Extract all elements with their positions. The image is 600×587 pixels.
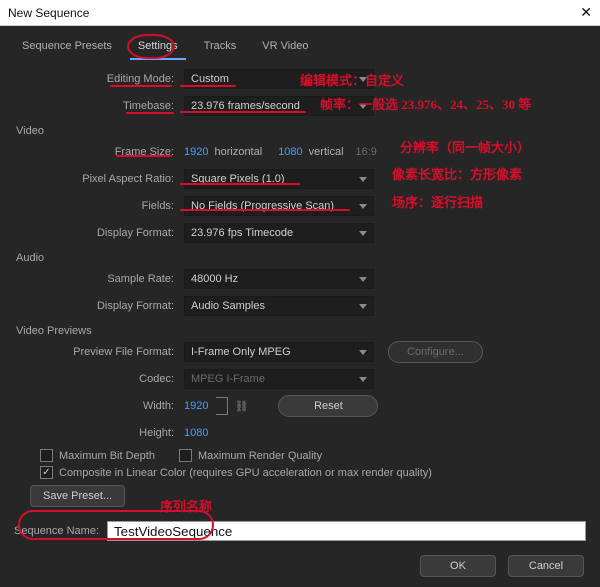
audio-display-format-select[interactable]: Audio Samples xyxy=(184,296,374,316)
preview-file-format-select[interactable]: I-Frame Only MPEG xyxy=(184,342,374,362)
preview-width-value[interactable]: 1920 xyxy=(184,400,208,412)
preview-file-format-value: I-Frame Only MPEG xyxy=(191,346,291,358)
timebase-value: 23.976 frames/second xyxy=(191,100,300,112)
fields-value: No Fields (Progressive Scan) xyxy=(191,200,334,212)
tab-vr-video[interactable]: VR Video xyxy=(254,36,316,60)
chevron-down-icon xyxy=(359,350,367,355)
dialog-panel: Sequence Presets Settings Tracks VR Vide… xyxy=(0,26,600,587)
audio-heading: Audio xyxy=(16,252,584,264)
chevron-down-icon xyxy=(359,104,367,109)
reset-button[interactable]: Reset xyxy=(278,395,378,417)
window-title: New Sequence xyxy=(8,6,89,20)
timebase-select[interactable]: 23.976 frames/second xyxy=(184,96,374,116)
chevron-down-icon xyxy=(359,277,367,282)
max-render-quality-label: Maximum Render Quality xyxy=(198,450,322,462)
sample-rate-select[interactable]: 48000 Hz xyxy=(184,269,374,289)
aspect-hint: 16:9 xyxy=(356,146,377,158)
tab-settings[interactable]: Settings xyxy=(130,36,186,60)
tabs: Sequence Presets Settings Tracks VR Vide… xyxy=(0,26,600,60)
preview-width-label: Width: xyxy=(16,400,184,412)
sequence-name-label: Sequence Name: xyxy=(14,525,99,537)
horizontal-label: horizontal xyxy=(214,146,262,158)
chevron-down-icon xyxy=(359,204,367,209)
settings-content: Editing Mode: Custom Timebase: 23.976 fr… xyxy=(0,60,600,515)
video-display-format-select[interactable]: 23.976 fps Timecode xyxy=(184,223,374,243)
preview-height-value[interactable]: 1080 xyxy=(184,427,208,439)
editing-mode-label: Editing Mode: xyxy=(16,73,184,85)
codec-label: Codec: xyxy=(16,373,184,385)
video-display-format-label: Display Format: xyxy=(16,227,184,239)
max-bit-depth-checkbox[interactable] xyxy=(40,449,53,462)
tab-tracks[interactable]: Tracks xyxy=(196,36,245,60)
attach-icon: ⛓ xyxy=(234,400,248,413)
preview-file-format-label: Preview File Format: xyxy=(16,346,184,358)
frame-width-input[interactable]: 1920 xyxy=(184,146,208,158)
codec-value: MPEG I-Frame xyxy=(191,373,265,385)
audio-display-format-value: Audio Samples xyxy=(191,300,265,312)
audio-display-format-label: Display Format: xyxy=(16,300,184,312)
ok-button[interactable]: OK xyxy=(420,555,496,577)
vertical-label: vertical xyxy=(309,146,344,158)
pixel-aspect-label: Pixel Aspect Ratio: xyxy=(16,173,184,185)
cancel-button[interactable]: Cancel xyxy=(508,555,584,577)
link-dimensions-icon[interactable] xyxy=(216,397,228,415)
window-titlebar: New Sequence ✕ xyxy=(0,0,600,26)
frame-size-label: Frame Size: xyxy=(16,146,184,158)
fields-label: Fields: xyxy=(16,200,184,212)
dialog-footer: OK Cancel xyxy=(0,549,600,587)
timebase-label: Timebase: xyxy=(16,100,184,112)
close-icon[interactable]: ✕ xyxy=(580,4,592,21)
sequence-name-row: Sequence Name: xyxy=(0,515,600,549)
chevron-down-icon xyxy=(359,231,367,236)
video-heading: Video xyxy=(16,125,584,137)
preview-height-label: Height: xyxy=(16,427,184,439)
chevron-down-icon xyxy=(359,77,367,82)
composite-linear-checkbox[interactable] xyxy=(40,466,53,479)
chevron-down-icon xyxy=(359,377,367,382)
frame-height-input[interactable]: 1080 xyxy=(278,146,302,158)
previews-heading: Video Previews xyxy=(16,325,584,337)
codec-select: MPEG I-Frame xyxy=(184,369,374,389)
max-bit-depth-label: Maximum Bit Depth xyxy=(59,450,155,462)
pixel-aspect-select[interactable]: Square Pixels (1.0) xyxy=(184,169,374,189)
tab-sequence-presets[interactable]: Sequence Presets xyxy=(14,36,120,60)
sample-rate-value: 48000 Hz xyxy=(191,273,238,285)
editing-mode-select[interactable]: Custom xyxy=(184,69,374,89)
chevron-down-icon xyxy=(359,304,367,309)
pixel-aspect-value: Square Pixels (1.0) xyxy=(191,173,285,185)
save-preset-button[interactable]: Save Preset... xyxy=(30,485,125,507)
max-render-quality-checkbox[interactable] xyxy=(179,449,192,462)
sequence-name-input[interactable] xyxy=(107,521,586,541)
video-display-format-value: 23.976 fps Timecode xyxy=(191,227,293,239)
chevron-down-icon xyxy=(359,177,367,182)
configure-button: Configure... xyxy=(388,341,483,363)
editing-mode-value: Custom xyxy=(191,73,229,85)
composite-linear-label: Composite in Linear Color (requires GPU … xyxy=(59,467,432,479)
sample-rate-label: Sample Rate: xyxy=(16,273,184,285)
fields-select[interactable]: No Fields (Progressive Scan) xyxy=(184,196,374,216)
